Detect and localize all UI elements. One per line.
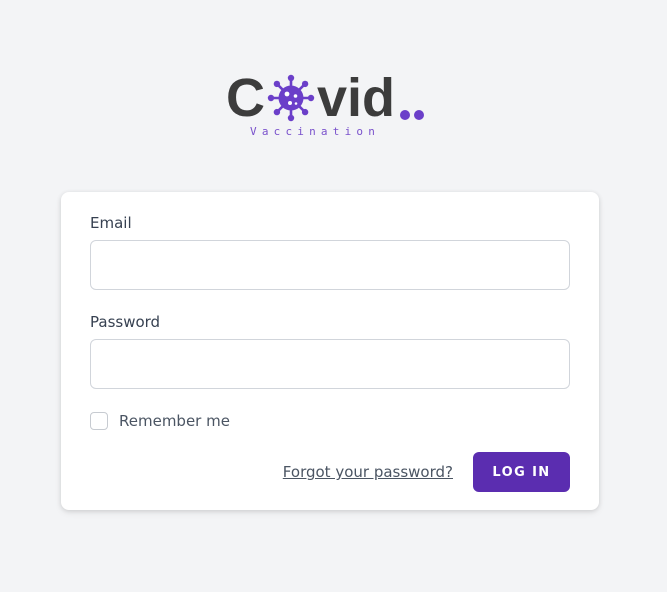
app-logo: C vid Vaccination xyxy=(226,68,441,144)
logo-wordmark: C vid xyxy=(226,68,425,128)
remember-me-checkbox[interactable] xyxy=(90,412,108,430)
form-actions: Forgot your password? LOG IN xyxy=(90,452,570,492)
email-field[interactable] xyxy=(90,240,570,290)
email-label: Email xyxy=(90,214,132,232)
forgot-password-link[interactable]: Forgot your password? xyxy=(283,463,453,481)
virus-icon xyxy=(266,73,316,123)
logo-letters-vid: vid xyxy=(317,68,396,128)
password-field[interactable] xyxy=(90,339,570,389)
logo-subtitle: Vaccination xyxy=(250,125,381,138)
logo-letter-c: C xyxy=(226,68,265,128)
password-label: Password xyxy=(90,313,161,331)
remember-me-row: Remember me xyxy=(90,411,570,431)
logo-dots xyxy=(400,110,425,120)
remember-me-label[interactable]: Remember me xyxy=(119,412,230,430)
login-button[interactable]: LOG IN xyxy=(473,452,570,492)
login-card: Email Password Remember me Forgot your p… xyxy=(61,192,599,510)
